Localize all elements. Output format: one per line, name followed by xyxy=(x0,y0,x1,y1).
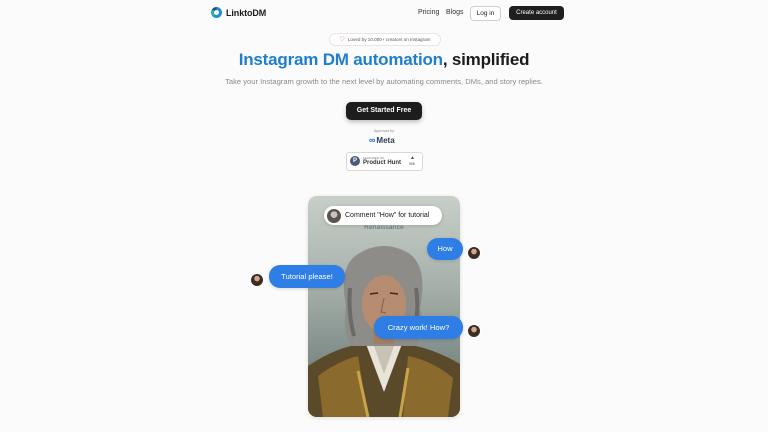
headline-accent: Instagram DM automation xyxy=(238,50,443,69)
get-started-button[interactable]: Get Started Free xyxy=(346,102,422,120)
heart-icon: ♡ xyxy=(339,36,345,43)
chat-bubble-how: How xyxy=(427,238,463,260)
product-hunt-votes: 905 xyxy=(409,162,415,166)
upvote-arrow-icon: ▲ xyxy=(410,155,415,161)
approved-by-label: Approved by xyxy=(373,129,395,133)
card-caption: Renaissance xyxy=(364,224,404,231)
social-proof-badge: ♡ Loved by 10,000+ creators on Instagram xyxy=(329,33,441,46)
meta-label: Meta xyxy=(376,136,395,145)
avatar xyxy=(467,324,481,338)
comment-keyword-pill: Comment "How" for tutorial xyxy=(324,206,442,225)
product-hunt-name: Product Hunt xyxy=(363,160,401,166)
chat-bubble-crazy: Crazy work! How? xyxy=(374,316,463,339)
brand-logo[interactable]: LinktoDM xyxy=(211,7,266,18)
hero-subtitle: Take your Instagram growth to the next l… xyxy=(225,77,543,86)
avatar xyxy=(327,208,341,223)
headline-rest: , simplified xyxy=(442,50,530,69)
brand-name: LinktoDM xyxy=(226,7,267,18)
create-account-button[interactable]: Create account xyxy=(509,6,564,20)
comment-pill-text: Comment "How" for tutorial xyxy=(345,212,430,219)
chat-bubble-tutorial: Tutorial please! xyxy=(269,265,345,288)
meta-infinity-icon: ∞ xyxy=(369,135,376,145)
top-nav: LinktoDM Pricing Blogs Log in Create acc… xyxy=(0,0,768,26)
nav-link-pricing[interactable]: Pricing xyxy=(418,9,439,16)
product-hunt-badge[interactable]: P FEATURED ON Product Hunt ▲ 905 xyxy=(346,152,423,171)
meta-badge: ∞ Meta xyxy=(369,135,395,146)
avatar xyxy=(250,273,264,287)
product-hunt-icon: P xyxy=(350,156,360,166)
avatar xyxy=(467,246,481,260)
linktodm-logo-icon xyxy=(211,7,222,18)
login-button[interactable]: Log in xyxy=(470,6,501,21)
badge-text: Loved by 10,000+ creators on Instagram xyxy=(347,37,431,42)
instagram-post-preview: Renaissance xyxy=(308,196,460,417)
nav-link-blogs[interactable]: Blogs xyxy=(446,9,464,16)
page-title: Instagram DM automation, simplified xyxy=(0,50,768,70)
